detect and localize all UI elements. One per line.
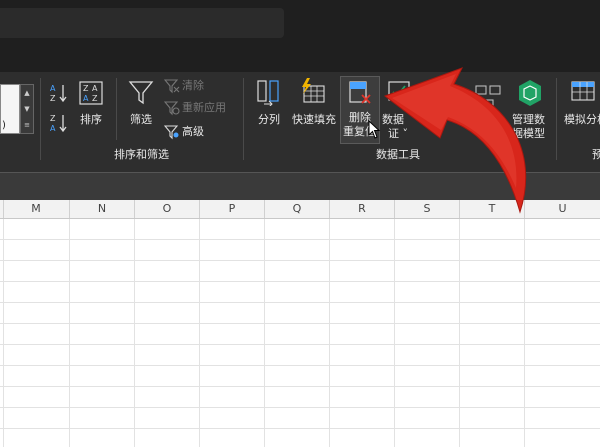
clear-button[interactable]: 清除 (164, 78, 234, 94)
grid-row-line (0, 365, 600, 366)
text-to-columns-icon (257, 80, 279, 106)
data-validation-icon (388, 81, 410, 101)
column-header-p[interactable]: P (200, 200, 265, 218)
grid-column-line (199, 219, 200, 447)
svg-text:A: A (83, 94, 89, 103)
svg-text:Z: Z (50, 114, 56, 123)
separator (243, 78, 244, 160)
flash-fill-label: 快速填充 (292, 113, 336, 126)
svg-text:A: A (50, 84, 56, 93)
filter-label: 筛选 (130, 113, 152, 126)
clear-filter-icon (164, 79, 180, 94)
svg-text:Z: Z (83, 84, 89, 93)
sort-label: 排序 (80, 113, 102, 126)
column-header-m[interactable]: M (3, 200, 70, 218)
what-if-icon (571, 81, 595, 101)
cell-grid[interactable] (0, 219, 600, 447)
manage-data-model-button[interactable]: 管理数 据模型 (508, 78, 552, 140)
flash-fill-icon (302, 78, 325, 103)
reapply-button[interactable]: 重新应用 (164, 100, 238, 116)
data-validation-label-2: 证 ˅ (388, 127, 408, 140)
sort-descending-icon[interactable]: ZA (48, 112, 70, 134)
ribbon: ▲ ▼ ≡ ) AZ ZA Z A A Z 排序 筛选 清除 重新应用 高级 排… (0, 72, 600, 172)
grid-column-line (3, 219, 4, 447)
column-header-row: M N O P Q R S T U (0, 200, 600, 219)
column-header-n[interactable]: N (70, 200, 135, 218)
what-if-label: 模拟分析 (564, 113, 600, 126)
manage-data-model-label-1: 管理数 (512, 113, 545, 126)
forecast-group-label: 预 (592, 148, 600, 161)
svg-text:A: A (50, 124, 56, 133)
data-validation-label-1: 数据 (382, 113, 404, 126)
column-header-o[interactable]: O (135, 200, 200, 218)
separator (556, 78, 557, 160)
column-header-r[interactable]: R (330, 200, 395, 218)
grid-column-line (459, 219, 460, 447)
grid-column-line (69, 219, 70, 447)
grid-row-line (0, 281, 600, 282)
reapply-label: 重新应用 (182, 101, 226, 114)
sort-ascending-icon[interactable]: AZ (48, 82, 70, 104)
filter-icon (128, 81, 154, 105)
search-box[interactable] (0, 8, 284, 38)
sort-icon: Z A A Z (79, 81, 103, 105)
column-header-u[interactable]: U (525, 200, 600, 218)
svg-text:A: A (92, 84, 98, 93)
text-to-columns-label: 分列 (258, 113, 280, 126)
grid-row-line (0, 344, 600, 345)
group-data-tools-label: 数据工具 (376, 148, 420, 161)
grid-column-line (524, 219, 525, 447)
column-header-q[interactable]: Q (265, 200, 330, 218)
grid-column-line (394, 219, 395, 447)
advanced-button[interactable]: 高级 (164, 124, 224, 140)
remove-duplicates-icon (349, 81, 371, 104)
filter-button[interactable]: 筛选 (124, 78, 158, 130)
grid-row-line (0, 386, 600, 387)
mouse-cursor-icon (368, 119, 382, 140)
advanced-filter-icon (164, 125, 179, 140)
column-header-t[interactable]: T (460, 200, 525, 218)
grid-column-line (134, 219, 135, 447)
svg-text:Z: Z (92, 94, 98, 103)
clear-label: 清除 (182, 79, 204, 92)
svg-text:Z: Z (50, 94, 56, 103)
grid-row-line (0, 260, 600, 261)
what-if-analysis-button[interactable]: 模拟分析 (562, 78, 600, 130)
grid-row-line (0, 428, 600, 429)
group-sort-filter-label: 排序和筛选 (114, 148, 169, 161)
relationships-icon[interactable] (474, 82, 504, 112)
text-to-columns-button[interactable]: 分列 (252, 78, 284, 130)
formula-bar[interactable] (0, 172, 600, 200)
flash-fill-button[interactable]: 快速填充 (288, 78, 340, 130)
grid-column-line (264, 219, 265, 447)
reapply-icon (164, 101, 180, 116)
grid-row-line (0, 239, 600, 240)
column-header-s[interactable]: S (395, 200, 460, 218)
title-bar (0, 0, 600, 72)
grid-row-line (0, 323, 600, 324)
data-validation-button[interactable]: 数据 证 ˅ (380, 78, 418, 140)
partial-scroll-box[interactable]: ▲ ▼ ≡ (20, 84, 34, 134)
data-model-icon (519, 80, 541, 106)
separator (116, 78, 117, 140)
separator (40, 78, 41, 160)
manage-data-model-label-2: 据模型 (512, 127, 545, 140)
grid-row-line (0, 407, 600, 408)
sort-button[interactable]: Z A A Z 排序 (76, 78, 106, 130)
advanced-label: 高级 (182, 125, 204, 138)
grid-row-line (0, 302, 600, 303)
paren-glyph: ) (2, 120, 6, 131)
grid-column-line (329, 219, 330, 447)
